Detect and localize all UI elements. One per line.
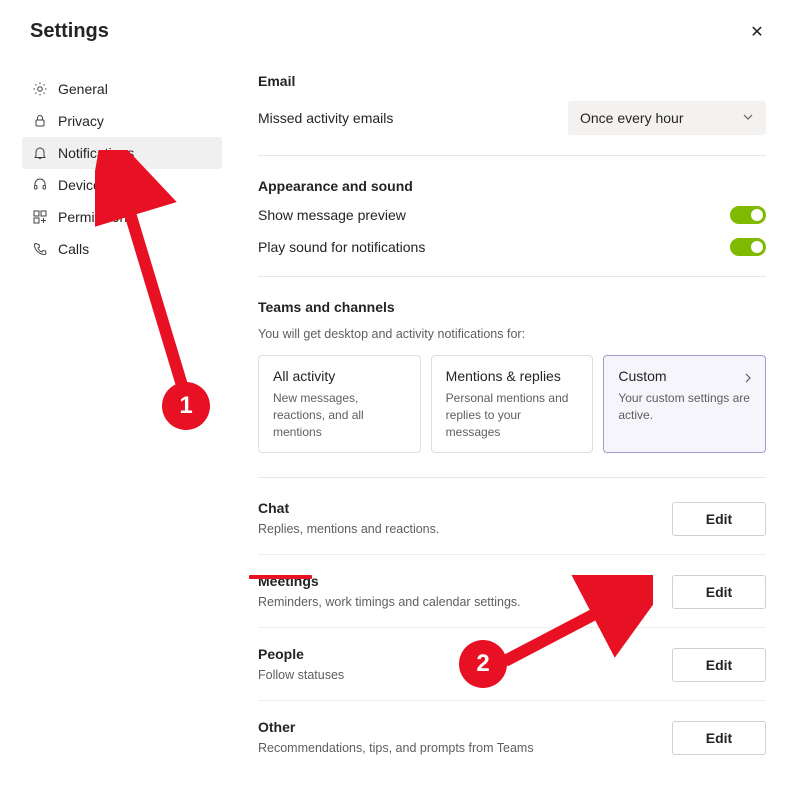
sidebar-item-label: General xyxy=(58,81,108,97)
group-title: Other xyxy=(258,719,534,735)
sidebar-item-label: Devices xyxy=(58,177,108,193)
section-title: Email xyxy=(258,73,766,89)
sidebar-item-label: Privacy xyxy=(58,113,104,129)
section-desc: You will get desktop and activity notifi… xyxy=(258,327,766,341)
card-desc: Your custom settings are active. xyxy=(618,390,751,424)
sidebar-item-label: Calls xyxy=(58,241,89,257)
sound-label: Play sound for notifications xyxy=(258,239,425,255)
edit-chat-button[interactable]: Edit xyxy=(672,502,766,536)
card-mentions-replies[interactable]: Mentions & replies Personal mentions and… xyxy=(431,355,594,453)
group-other: Other Recommendations, tips, and prompts… xyxy=(258,719,766,773)
card-all-activity[interactable]: All activity New messages, reactions, an… xyxy=(258,355,421,453)
group-desc: Reminders, work timings and calendar set… xyxy=(258,595,521,609)
select-value: Once every hour xyxy=(580,110,684,126)
edit-meetings-button[interactable]: Edit xyxy=(672,575,766,609)
annotation-underline xyxy=(249,575,312,579)
card-desc: New messages, reactions, and all mention… xyxy=(273,390,406,440)
group-meetings: Meetings Reminders, work timings and cal… xyxy=(258,573,766,628)
sidebar-item-label: Notifications xyxy=(58,145,134,161)
section-email: Email Missed activity emails Once every … xyxy=(258,73,766,156)
sidebar: General Privacy Notifications Devices Pe… xyxy=(22,73,222,773)
phone-icon xyxy=(32,241,48,257)
card-desc: Personal mentions and replies to your me… xyxy=(446,390,579,440)
sidebar-item-devices[interactable]: Devices xyxy=(22,169,222,201)
settings-content: Email Missed activity emails Once every … xyxy=(222,73,766,773)
sidebar-item-general[interactable]: General xyxy=(22,73,222,105)
missed-activity-select[interactable]: Once every hour xyxy=(568,101,766,135)
group-chat: Chat Replies, mentions and reactions. Ed… xyxy=(258,500,766,555)
card-title: All activity xyxy=(273,368,406,384)
card-title: Mentions & replies xyxy=(446,368,579,384)
preview-label: Show message preview xyxy=(258,207,406,223)
group-desc: Recommendations, tips, and prompts from … xyxy=(258,741,534,755)
section-title: Appearance and sound xyxy=(258,178,766,194)
sidebar-item-privacy[interactable]: Privacy xyxy=(22,105,222,137)
group-title: Chat xyxy=(258,500,439,516)
group-desc: Replies, mentions and reactions. xyxy=(258,522,439,536)
card-title: Custom xyxy=(618,368,751,384)
missed-activity-label: Missed activity emails xyxy=(258,110,393,126)
close-icon[interactable]: ✕ xyxy=(748,22,766,42)
section-appearance: Appearance and sound Show message previe… xyxy=(258,178,766,277)
group-people: People Follow statuses Edit xyxy=(258,646,766,701)
edit-other-button[interactable]: Edit xyxy=(672,721,766,755)
bell-icon xyxy=(32,145,48,161)
group-desc: Follow statuses xyxy=(258,668,344,682)
lock-icon xyxy=(32,113,48,129)
grid-icon xyxy=(32,209,48,225)
headset-icon xyxy=(32,177,48,193)
edit-people-button[interactable]: Edit xyxy=(672,648,766,682)
sidebar-item-calls[interactable]: Calls xyxy=(22,233,222,265)
sidebar-item-label: Permissions xyxy=(58,209,134,225)
sidebar-item-permissions[interactable]: Permissions xyxy=(22,201,222,233)
card-custom[interactable]: Custom Your custom settings are active. xyxy=(603,355,766,453)
chevron-down-icon xyxy=(742,110,754,126)
gear-icon xyxy=(32,81,48,97)
section-title: Teams and channels xyxy=(258,299,766,315)
sound-toggle[interactable] xyxy=(730,238,766,256)
preview-toggle[interactable] xyxy=(730,206,766,224)
group-title: People xyxy=(258,646,344,662)
page-title: Settings xyxy=(30,20,109,43)
chevron-right-icon xyxy=(743,370,753,388)
section-teams: Teams and channels You will get desktop … xyxy=(258,299,766,478)
sidebar-item-notifications[interactable]: Notifications xyxy=(22,137,222,169)
